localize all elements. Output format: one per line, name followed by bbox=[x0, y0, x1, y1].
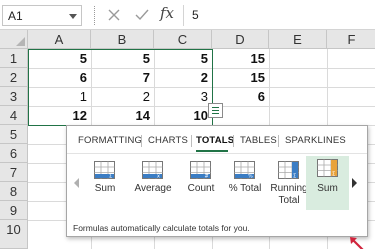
percent-total-icon: % bbox=[234, 161, 255, 183]
tool-percent-total[interactable]: % % Total bbox=[224, 159, 266, 211]
row-header-10[interactable]: 10 bbox=[0, 220, 28, 249]
cell-d1[interactable]: 15 bbox=[212, 49, 269, 68]
name-box-value: A1 bbox=[8, 9, 23, 23]
column-header-e[interactable]: E bbox=[269, 30, 327, 49]
row-header-3[interactable]: 3 bbox=[0, 87, 28, 106]
scroll-right-icon[interactable] bbox=[352, 178, 357, 188]
row-header-6[interactable]: 6 bbox=[0, 144, 28, 163]
column-header-b[interactable]: B bbox=[91, 30, 154, 49]
row-header-8[interactable]: 8 bbox=[0, 182, 28, 201]
quick-analysis-icon-line bbox=[212, 113, 219, 114]
svg-text:Σ: Σ bbox=[109, 174, 112, 180]
formula-input[interactable]: 5 bbox=[183, 5, 375, 26]
chevron-down-icon[interactable] bbox=[69, 14, 77, 19]
formula-bar-grip bbox=[94, 6, 95, 25]
column-header-c[interactable]: C bbox=[154, 30, 212, 49]
svg-text:%: % bbox=[248, 174, 253, 180]
tool-sum[interactable]: Σ Sum bbox=[84, 159, 126, 211]
tool-sum-label: Sum bbox=[94, 183, 116, 194]
cell-a3[interactable]: 1 bbox=[28, 87, 91, 106]
cell-a1[interactable]: 5 bbox=[28, 49, 91, 68]
tab-sparklines[interactable]: SPARKLINES bbox=[285, 135, 346, 146]
cell-c2[interactable]: 2 bbox=[154, 68, 212, 87]
tool-average-label: Average bbox=[134, 183, 172, 194]
row-header-2[interactable]: 2 bbox=[0, 68, 28, 87]
tabs-divider bbox=[67, 153, 367, 154]
sum-columns-icon: Σ bbox=[317, 159, 338, 181]
cell-a2[interactable]: 6 bbox=[28, 68, 91, 87]
sum-icon: Σ bbox=[94, 161, 115, 183]
tab-separator bbox=[191, 135, 192, 147]
cell-b4[interactable]: 14 bbox=[91, 106, 154, 125]
formula-bar: A1 fx 5 bbox=[0, 0, 375, 30]
quick-analysis-icon bbox=[212, 107, 219, 108]
tool-percent-total-label: % Total bbox=[228, 183, 262, 194]
quick-analysis-button[interactable] bbox=[208, 103, 223, 118]
cell-a4[interactable]: 12 bbox=[28, 106, 91, 125]
tool-sum-columns-label: Sum bbox=[317, 183, 338, 194]
formula-value: 5 bbox=[192, 8, 199, 22]
row-header-7[interactable]: 7 bbox=[0, 163, 28, 182]
quick-analysis-popup: FORMATTING CHARTS TOTALS TABLES SPARKLIN… bbox=[66, 125, 368, 249]
svg-text:Σ: Σ bbox=[293, 174, 296, 180]
quick-analysis-footer: Formulas automatically calculate totals … bbox=[73, 223, 250, 233]
column-header-a[interactable]: A bbox=[28, 30, 91, 49]
cancel-icon[interactable] bbox=[106, 7, 122, 23]
row-header-4[interactable]: 4 bbox=[0, 106, 28, 125]
quick-analysis-icon-line bbox=[212, 110, 219, 111]
tool-count[interactable]: # Count bbox=[180, 159, 222, 211]
cell-d2[interactable]: 15 bbox=[212, 68, 269, 87]
count-icon: # bbox=[190, 161, 211, 183]
tab-formatting[interactable]: FORMATTING bbox=[78, 135, 142, 146]
cell-b2[interactable]: 7 bbox=[91, 68, 154, 87]
tab-tables[interactable]: TABLES bbox=[240, 135, 277, 146]
column-header-d[interactable]: D bbox=[212, 30, 269, 49]
cell-b1[interactable]: 5 bbox=[91, 49, 154, 68]
tool-count-label: Count bbox=[187, 183, 215, 194]
active-tab-indicator bbox=[196, 150, 228, 152]
cell-c1[interactable]: 5 bbox=[154, 49, 212, 68]
average-icon: x bbox=[142, 161, 163, 183]
running-total-icon: Σ bbox=[278, 161, 299, 183]
select-all-triangle-icon bbox=[16, 37, 25, 46]
tab-separator bbox=[233, 135, 234, 147]
tab-separator bbox=[141, 135, 142, 147]
cell-c3[interactable]: 3 bbox=[154, 87, 212, 106]
insert-function-button[interactable]: fx bbox=[160, 4, 174, 22]
row-header-9[interactable]: 9 bbox=[0, 201, 28, 220]
tab-totals[interactable]: TOTALS bbox=[196, 135, 234, 146]
row-header-1[interactable]: 1 bbox=[0, 49, 28, 68]
cell-c4[interactable]: 10 bbox=[154, 106, 212, 125]
red-arrow-icon bbox=[347, 234, 365, 249]
tab-separator bbox=[278, 135, 279, 147]
scroll-left-icon[interactable] bbox=[74, 178, 79, 188]
checkmark-icon[interactable] bbox=[134, 7, 150, 23]
row-header-5[interactable]: 5 bbox=[0, 125, 28, 144]
name-box[interactable]: A1 bbox=[2, 5, 82, 26]
svg-text:#: # bbox=[205, 174, 209, 180]
cell-b3[interactable]: 2 bbox=[91, 87, 154, 106]
svg-text:x: x bbox=[157, 174, 160, 180]
column-header-f[interactable]: F bbox=[327, 30, 375, 49]
tool-sum-columns[interactable]: Σ Sum bbox=[306, 156, 349, 210]
tab-charts[interactable]: CHARTS bbox=[148, 135, 188, 146]
tool-average[interactable]: x Average bbox=[129, 159, 177, 211]
svg-text:Σ: Σ bbox=[332, 172, 335, 178]
select-all-button[interactable] bbox=[0, 30, 28, 49]
